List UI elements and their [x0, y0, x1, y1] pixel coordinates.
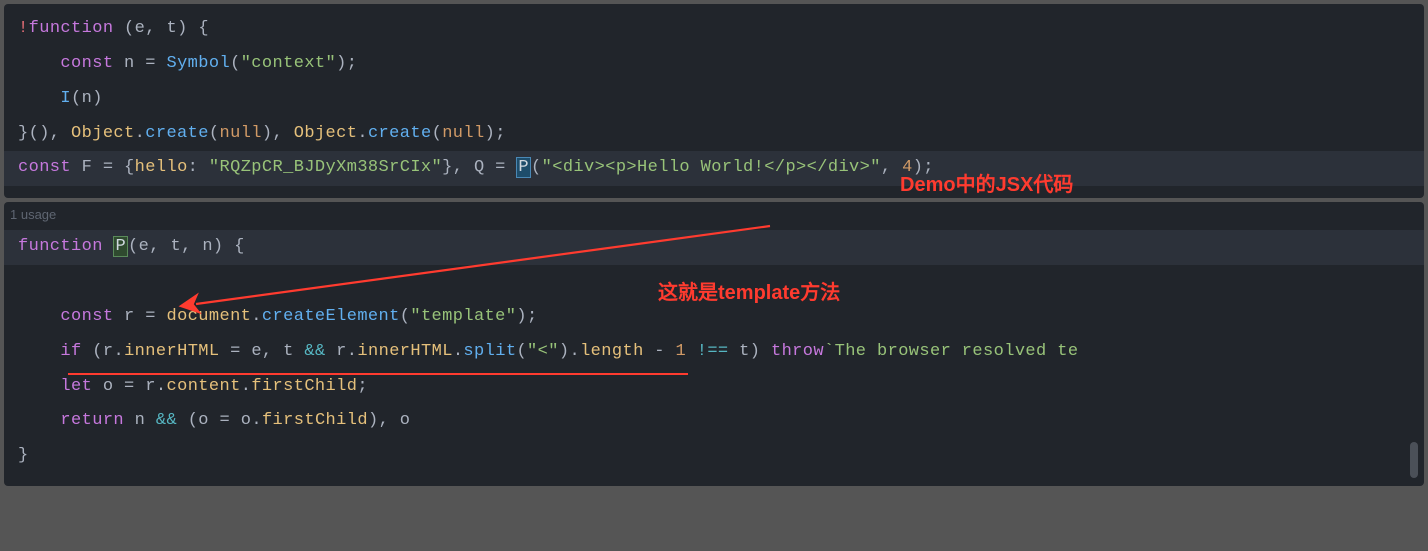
screenshot-container: !function (e, t) { const n = Symbol("con…	[0, 4, 1428, 486]
highlighted-line: function P(e, t, n) {	[4, 230, 1424, 265]
usage-hint[interactable]: 1 usage	[4, 202, 1424, 222]
function-name-P[interactable]: P	[113, 236, 128, 257]
cursor-highlight-P[interactable]: P	[516, 157, 531, 178]
function-keyword: function	[29, 19, 114, 38]
scrollbar-thumb[interactable]	[1410, 442, 1418, 478]
bang-operator: !	[18, 19, 29, 38]
code-block-bottom[interactable]: function P(e, t, n) { const r = document…	[4, 222, 1424, 486]
highlighted-line: const F = {hello: "RQZpCR_BJDyXm38SrCIx"…	[4, 151, 1424, 186]
code-panel-top: !function (e, t) { const n = Symbol("con…	[4, 4, 1424, 198]
annotation-underline	[68, 373, 688, 375]
code-panel-bottom: 1 usage function P(e, t, n) { const r = …	[4, 202, 1424, 486]
const-keyword: const	[60, 54, 113, 73]
code-block-top[interactable]: !function (e, t) { const n = Symbol("con…	[4, 4, 1424, 198]
symbol-call: Symbol	[166, 54, 230, 73]
